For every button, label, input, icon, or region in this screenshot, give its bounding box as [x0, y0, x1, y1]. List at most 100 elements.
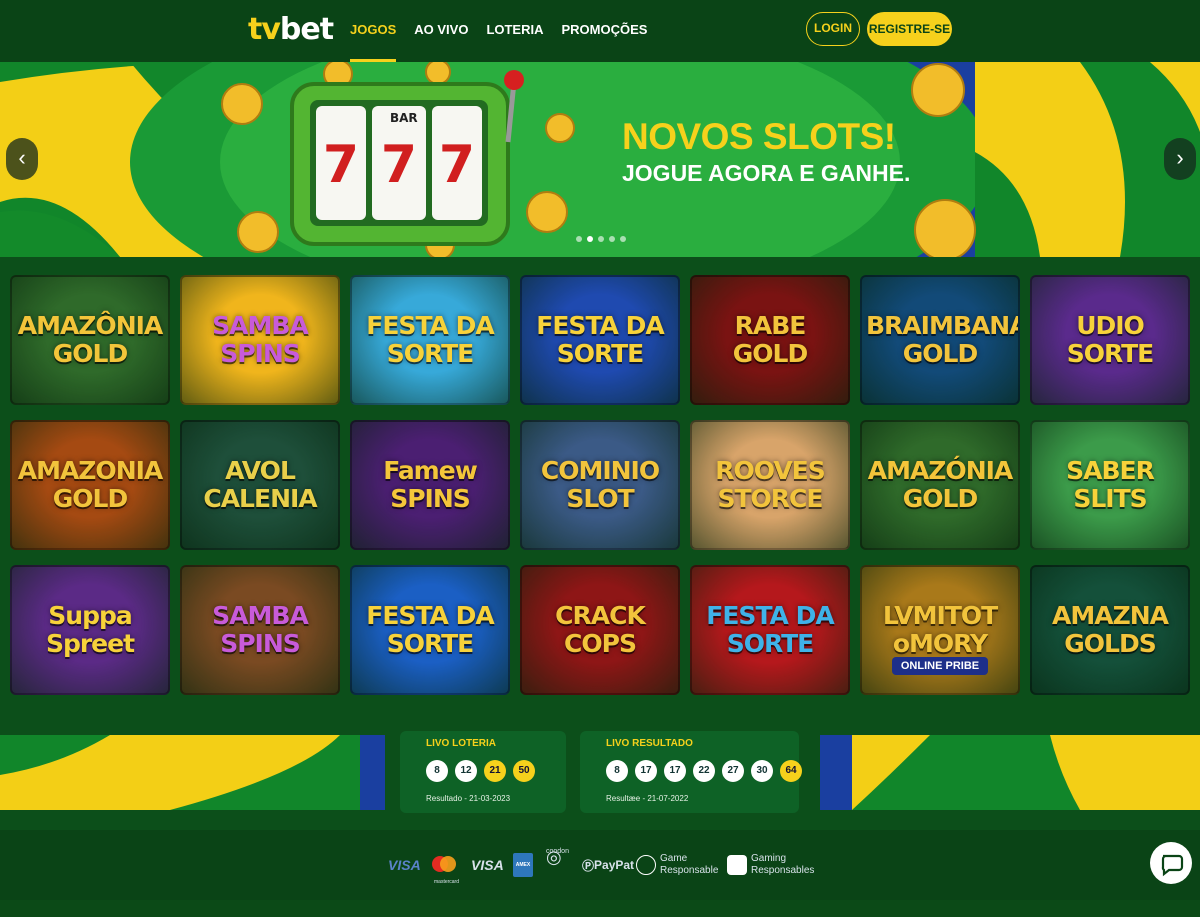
game-tile[interactable]: AMAZONIA GOLD	[10, 420, 170, 550]
lottery-strip: LIVO LOTERIA 8 12 21 50 Resultado - 21-03-2…	[0, 715, 1200, 830]
game-title: FESTA DA SORTE	[366, 311, 494, 368]
nav-jogos[interactable]: JOGOS	[350, 0, 397, 62]
game-tile[interactable]: AVOL CALENIA	[180, 420, 340, 550]
game-title: AVOL CALENIA	[203, 456, 317, 513]
carousel-dot[interactable]	[587, 236, 593, 242]
nav-promocoes[interactable]: PROMOÇÕES	[562, 0, 648, 62]
game-tile[interactable]: FESTA DA SORTE	[690, 565, 850, 695]
logo-tv: tv	[248, 12, 281, 47]
game-tile[interactable]: RABE GOLD	[690, 275, 850, 405]
diners-icon: ◎	[546, 846, 562, 867]
nav-loteria[interactable]: LOTERIA	[486, 0, 543, 62]
lottery-card-date: Resultæe - 21-07-2022	[606, 794, 689, 803]
game-title: ROOVES STORCE	[715, 456, 826, 513]
tvbet-logo[interactable]: tvbet	[248, 12, 334, 47]
register-button[interactable]: REGISTRE-SE	[867, 12, 952, 46]
amex-icon: AMEX	[513, 853, 533, 877]
game-title: Famew SPINS	[383, 456, 478, 513]
carousel-dot[interactable]	[620, 236, 626, 242]
game-tile[interactable]: FESTA DA SORTE	[350, 275, 510, 405]
carousel-next-button[interactable]: ›	[1164, 138, 1196, 180]
lottery-ball: 50	[513, 760, 535, 782]
reel-seven-3: 7	[439, 135, 475, 195]
footer: VISA mastercard VISA AMEX coodon ◎ Ⓟ PayP…	[0, 830, 1200, 900]
gaming-responsables-badge[interactable]: Gaming Responsables	[727, 830, 821, 900]
game-title: SAMBA SPINS	[212, 601, 309, 658]
lottery-ball: 22	[693, 760, 715, 782]
banner-subtitle: JOGUE AGORA E GANHE.	[622, 160, 911, 186]
lottery-ball: 64	[780, 760, 802, 782]
game-tile[interactable]: AMAZÔNIA GOLD	[10, 275, 170, 405]
lottery-card-2[interactable]: LIVO RESULTADO 8 17 17 22 27 30 64 Resultæe - …	[580, 731, 802, 813]
game-title: AMAZÔNIA GOLD	[17, 311, 164, 368]
game-title: FESTA DA SORTE	[366, 601, 494, 658]
game-title: UDIO SORTE	[1066, 311, 1155, 368]
game-tile[interactable]: SABER SLITS	[1030, 420, 1190, 550]
game-title: LVMITOT oMORY	[882, 601, 998, 658]
game-title: CRACK COPS	[555, 601, 646, 658]
game-tile[interactable]: FESTA DA SORTE	[350, 565, 510, 695]
hero-banner[interactable]: BAR 7 7 7 NOVOS SLOTS! JOGUE AGORA E GAN…	[0, 62, 1200, 257]
game-responsible-badge[interactable]: Game Responsable	[636, 830, 720, 900]
lottery-balls: 8 17 17 22 27 30 64	[606, 760, 802, 782]
game-tile[interactable]: CRACK COPS	[520, 565, 680, 695]
gaming-responsables-icon	[727, 855, 747, 875]
logo-bet: bet	[279, 12, 334, 47]
lottery-ball: 17	[664, 760, 686, 782]
paypal-icon: Ⓟ	[582, 858, 595, 873]
game-title: RABE GOLD	[732, 311, 808, 368]
game-tile[interactable]: LVMITOT oMORY ONLINE PRIBE	[860, 565, 1020, 695]
game-tile[interactable]: ROOVES STORCE	[690, 420, 850, 550]
carousel-dot[interactable]	[598, 236, 604, 242]
reel-seven-1: 7	[323, 135, 359, 195]
lottery-ball: 8	[426, 760, 448, 782]
lottery-card-title: LIVO RESULTADO	[606, 738, 693, 749]
game-tile[interactable]: Suppa Spreet	[10, 565, 170, 695]
game-title: SABER SLITS	[1066, 456, 1155, 513]
game-title: Suppa Spreet	[45, 601, 135, 658]
live-chat-button[interactable]	[1150, 842, 1192, 884]
responsible-gaming-icon	[636, 855, 656, 875]
game-title: FESTA DA SORTE	[536, 311, 664, 368]
visa-logo-2: VISA	[471, 857, 504, 873]
carousel-dot[interactable]	[609, 236, 615, 242]
game-tile[interactable]: SAMBA SPINS	[180, 565, 340, 695]
login-button[interactable]: LOGIN	[806, 12, 860, 46]
lottery-ball: 27	[722, 760, 744, 782]
carousel-dot[interactable]	[576, 236, 582, 242]
game-tile[interactable]: FESTA DA SORTE	[520, 275, 680, 405]
main-nav: JOGOS AO VIVO LOTERIA PROMOÇÕES	[350, 0, 647, 62]
mastercard-label: mastercard	[434, 879, 460, 885]
game-tile[interactable]: UDIO SORTE	[1030, 275, 1190, 405]
game-title: COMINIO SLOT	[540, 456, 660, 513]
game-subtitle: ONLINE PRIBE	[892, 657, 988, 675]
slot-reels: BAR 7 7 7	[323, 111, 475, 195]
game-tile[interactable]: AMAZÓNIA GOLD	[860, 420, 1020, 550]
game-tile[interactable]: BRAIMBANA GOLD	[860, 275, 1020, 405]
lottery-balls: 8 12 21 50	[426, 760, 535, 782]
lottery-ball: 21	[484, 760, 506, 782]
game-tile[interactable]: Famew SPINS	[350, 420, 510, 550]
game-tile[interactable]: COMINIO SLOT	[520, 420, 680, 550]
lottery-card-date: Resultado - 21-03-2023	[426, 794, 511, 803]
game-tile[interactable]: SAMBA SPINS	[180, 275, 340, 405]
lottery-ball: 8	[606, 760, 628, 782]
game-title: SAMBA SPINS	[212, 311, 309, 368]
game-title: FESTA DA SORTE	[706, 601, 834, 658]
visa-logo: VISA	[388, 857, 421, 873]
game-tile[interactable]: AMAZNA GOLDS	[1030, 565, 1190, 695]
game-title: AMAZONIA GOLD	[17, 456, 164, 513]
top-header: tvbet JOGOS AO VIVO LOTERIA PROMOÇÕES LO…	[0, 0, 1200, 62]
chat-icon	[1161, 854, 1184, 877]
lottery-card-1[interactable]: LIVO LOTERIA 8 12 21 50 Resultado - 21-03-2…	[400, 731, 566, 813]
reel-bar-label: BAR	[390, 111, 418, 125]
lottery-card-title: LIVO LOTERIA	[426, 738, 496, 749]
nav-ao-vivo[interactable]: AO VIVO	[414, 0, 468, 62]
reel-seven-2: 7	[381, 135, 417, 195]
paypal-logo: Ⓟ PayPat	[582, 858, 635, 873]
games-grid: AMAZÔNIA GOLD SAMBA SPINS FESTA DA SORTE FE…	[0, 257, 1200, 715]
lottery-ball: 17	[635, 760, 657, 782]
carousel-prev-button[interactable]: ‹	[6, 138, 38, 180]
carousel-dots	[576, 236, 626, 242]
game-title: AMAZNA GOLDS	[1052, 601, 1169, 658]
